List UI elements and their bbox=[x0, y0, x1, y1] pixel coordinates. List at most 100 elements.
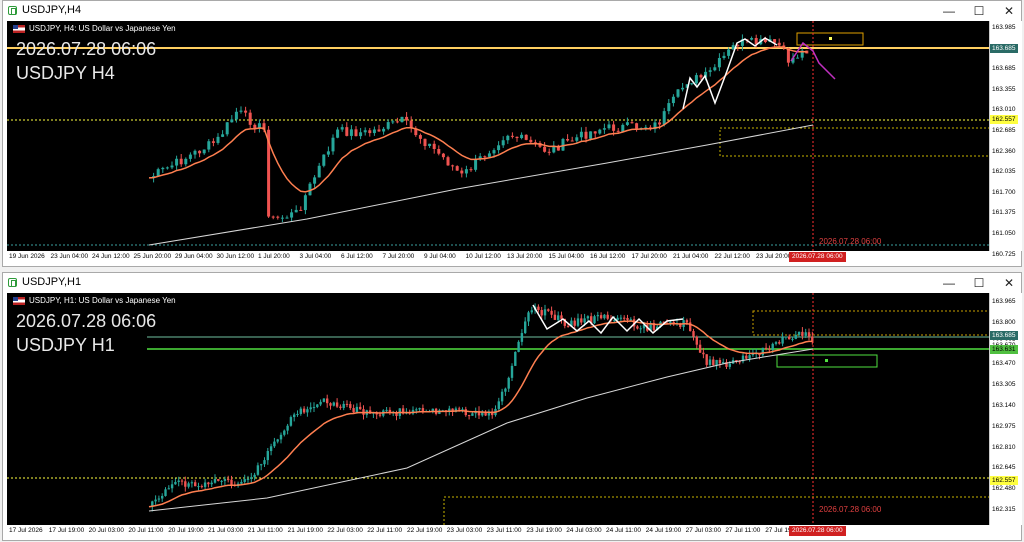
candle-body bbox=[405, 116, 409, 121]
candle-body bbox=[210, 482, 213, 485]
time-scale-label: 22 Jul 12:00 bbox=[714, 253, 750, 260]
candle-body bbox=[188, 154, 192, 159]
candle-body bbox=[500, 391, 504, 402]
candle-body bbox=[230, 479, 233, 485]
candle-body bbox=[165, 167, 169, 169]
us-flag-icon bbox=[13, 296, 25, 305]
time-scale-label: 17 Jul 20:00 bbox=[631, 253, 667, 260]
candle-body bbox=[593, 131, 597, 134]
candle-body bbox=[761, 347, 764, 356]
candle-body bbox=[322, 154, 326, 166]
overlay-date: 2026.07.28 06:06 bbox=[16, 39, 157, 59]
candle-body bbox=[712, 359, 715, 366]
candle-body bbox=[764, 347, 768, 350]
candle-body bbox=[194, 482, 197, 487]
candle-body bbox=[593, 316, 596, 324]
candle-body bbox=[507, 377, 510, 389]
candle-body bbox=[547, 151, 551, 153]
candle-body bbox=[497, 401, 500, 409]
candle-body bbox=[441, 153, 445, 158]
chart-window-h1[interactable]: USDJPY,H1 — ☐ ✕ USDJPY, H1: US Dollar vs… bbox=[2, 272, 1022, 541]
candle-body bbox=[230, 119, 234, 123]
candle-body bbox=[671, 96, 675, 104]
candle-body bbox=[501, 140, 505, 146]
candle-body bbox=[332, 402, 335, 406]
candle-body bbox=[335, 402, 339, 407]
candle-body bbox=[774, 342, 778, 344]
time-scale-label: 22 Jul 19:00 bbox=[407, 527, 443, 534]
window-titlebar[interactable]: USDJPY,H1 — ☐ ✕ bbox=[3, 273, 1021, 293]
time-scale-label: 1 Jul 20:00 bbox=[258, 253, 290, 260]
candle-body bbox=[685, 320, 689, 323]
candle-body bbox=[510, 365, 514, 378]
candle-body bbox=[220, 480, 223, 482]
candle-body bbox=[266, 451, 269, 461]
candle-body bbox=[294, 209, 298, 213]
time-scale-label: 9 Jul 04:00 bbox=[424, 253, 456, 260]
price-level-tag: 162.557 bbox=[990, 476, 1018, 485]
maximize-button[interactable]: ☐ bbox=[973, 3, 985, 19]
close-button[interactable]: ✕ bbox=[1003, 275, 1015, 291]
time-scale-label: 19 Jun 2026 bbox=[9, 253, 45, 260]
candle-body bbox=[167, 488, 170, 490]
price-scale-label: 162.480 bbox=[992, 485, 1016, 493]
candle-body bbox=[349, 129, 353, 136]
candle-body bbox=[694, 75, 698, 84]
time-scale-label: 20 Jul 19:00 bbox=[168, 527, 204, 534]
price-chart[interactable]: USDJPY, H1: US Dollar vs Japanese Yen 20… bbox=[7, 293, 989, 525]
candle-body bbox=[187, 483, 190, 487]
candle-body bbox=[286, 425, 289, 431]
time-scale-label: 24 Jun 12:00 bbox=[92, 253, 130, 260]
price-level-tag: 163.685 bbox=[990, 331, 1018, 340]
candle-body bbox=[506, 135, 510, 141]
time-scale-label: 21 Jul 03:00 bbox=[208, 527, 244, 534]
price-scale[interactable]: 163.965163.800163.635163.470163.305163.1… bbox=[989, 293, 1022, 525]
candle-body bbox=[271, 216, 275, 218]
candle-body bbox=[313, 177, 317, 184]
maximize-button[interactable]: ☐ bbox=[973, 275, 985, 291]
price-scale[interactable]: 163.985163.860163.685163.355163.010162.6… bbox=[989, 21, 1022, 258]
time-scale-label: 17 Jul 19:00 bbox=[48, 527, 85, 534]
candle-body bbox=[372, 129, 376, 134]
candle-body bbox=[299, 408, 302, 414]
candle-body bbox=[303, 195, 307, 211]
candle-body bbox=[796, 57, 800, 59]
candle-body bbox=[708, 359, 712, 365]
time-scale[interactable]: 19 Jun 2026 23 Jun 04:00 24 Jun 12:00 25 Ju… bbox=[7, 252, 989, 264]
candle-body bbox=[263, 460, 266, 465]
candle-body bbox=[385, 409, 388, 411]
candle-body bbox=[296, 413, 299, 415]
candle-body bbox=[530, 310, 533, 313]
candle-body bbox=[174, 481, 177, 485]
candle-body bbox=[690, 83, 694, 85]
window-titlebar[interactable]: USDJPY,H4 — ☐ ✕ bbox=[3, 1, 1021, 21]
time-scale-label: 22 Jul 03:00 bbox=[327, 527, 363, 534]
symbol-description-text: USDJPY, H1: US Dollar vs Japanese Yen bbox=[29, 296, 176, 305]
time-scale-label: 7 Jul 20:00 bbox=[382, 253, 415, 260]
price-chart[interactable]: USDJPY, H4: US Dollar vs Japanese Yen 20… bbox=[7, 21, 989, 251]
chart-window-h4[interactable]: USDJPY,H4 — ☐ ✕ USDJPY, H4: US Dollar vs… bbox=[2, 0, 1022, 267]
candle-body bbox=[279, 434, 283, 440]
time-scale-label: 21 Jul 04:00 bbox=[673, 253, 709, 260]
zone-box-upper bbox=[752, 310, 989, 336]
candle-body bbox=[293, 414, 296, 418]
candle-body bbox=[580, 318, 583, 323]
target-box-marker bbox=[825, 359, 828, 362]
chart-window-icon bbox=[8, 6, 17, 15]
close-button[interactable]: ✕ bbox=[1003, 3, 1015, 19]
candle-body bbox=[718, 359, 722, 364]
candle-body bbox=[566, 139, 570, 141]
candle-body bbox=[635, 123, 639, 129]
candle-body bbox=[529, 139, 533, 143]
candle-body bbox=[745, 355, 748, 359]
candle-body bbox=[250, 477, 253, 479]
candle-body bbox=[225, 122, 229, 135]
minimize-button[interactable]: — bbox=[943, 3, 955, 19]
price-level-tag: 163.631 bbox=[990, 345, 1018, 354]
minimize-button[interactable]: — bbox=[943, 275, 955, 291]
candle-body bbox=[190, 482, 194, 484]
candle-body bbox=[345, 127, 349, 136]
candle-body bbox=[200, 486, 203, 488]
time-scale-label: 21 Jul 11:00 bbox=[247, 527, 283, 534]
time-scale[interactable]: 17 Jul 2026 17 Jul 19:00 20 Jul 03:00 20 Ju… bbox=[7, 526, 989, 538]
